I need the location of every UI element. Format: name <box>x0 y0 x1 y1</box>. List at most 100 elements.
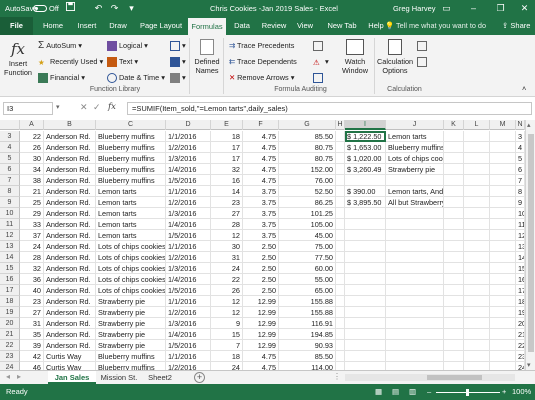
cell-f12[interactable]: 3.75 <box>243 230 279 241</box>
cell-a21[interactable]: 35 <box>20 329 44 340</box>
calculate-sheet-button[interactable] <box>417 56 429 68</box>
cell-i16[interactable] <box>345 274 386 285</box>
cell-h4[interactable] <box>336 142 345 153</box>
column-header-m[interactable]: M <box>490 120 516 130</box>
cell-c19[interactable]: Strawberry pie <box>96 307 166 318</box>
cell-d22[interactable]: 1/5/2016 <box>166 340 211 351</box>
cell-e10[interactable]: 27 <box>211 208 243 219</box>
page-layout-view-icon[interactable]: ▤ <box>392 384 399 400</box>
cell-n8[interactable]: 8 <box>516 186 525 197</box>
cell-h21[interactable] <box>336 329 345 340</box>
horizontal-scrollbar[interactable] <box>345 374 515 381</box>
cell-l7[interactable] <box>464 175 490 186</box>
cell-h9[interactable] <box>336 197 345 208</box>
cell-a6[interactable]: 34 <box>20 164 44 175</box>
column-header-a[interactable]: A <box>20 120 44 130</box>
undo-icon[interactable]: ↶ <box>92 2 105 15</box>
cell-b16[interactable]: Anderson Rd. <box>44 274 96 285</box>
row-header[interactable]: 16 <box>0 274 20 285</box>
cell-f10[interactable]: 3.75 <box>243 208 279 219</box>
cell-f9[interactable]: 3.75 <box>243 197 279 208</box>
cell-d3[interactable]: 1/1/2016 <box>166 131 211 142</box>
cell-g5[interactable]: 80.75 <box>279 153 336 164</box>
cell-k3[interactable] <box>444 131 464 142</box>
cell-j21[interactable] <box>386 329 444 340</box>
row-header[interactable]: 15 <box>0 263 20 274</box>
cell-m17[interactable] <box>490 285 516 296</box>
cell-f3[interactable]: 4.75 <box>243 131 279 142</box>
cell-d17[interactable]: 1/5/2016 <box>166 285 211 296</box>
cell-i13[interactable] <box>345 241 386 252</box>
insert-function-fx-icon[interactable]: fx <box>108 102 116 112</box>
cell-e19[interactable]: 12 <box>211 307 243 318</box>
cell-f17[interactable]: 2.50 <box>243 285 279 296</box>
cell-j14[interactable] <box>386 252 444 263</box>
row-header[interactable]: 4 <box>0 142 20 153</box>
collapse-ribbon-icon[interactable]: ˄ <box>522 83 526 94</box>
cell-b5[interactable]: Anderson Rd. <box>44 153 96 164</box>
cell-j18[interactable] <box>386 296 444 307</box>
cell-n12[interactable]: 12 <box>516 230 525 241</box>
cell-b3[interactable]: Anderson Rd. <box>44 131 96 142</box>
restore-icon[interactable]: ❐ <box>494 2 507 15</box>
tab-formulas[interactable]: Formulas <box>188 18 226 35</box>
cell-m24[interactable] <box>490 362 516 370</box>
cell-n13[interactable]: 13 <box>516 241 525 252</box>
cell-j7[interactable] <box>386 175 444 186</box>
column-header-g[interactable]: G <box>279 120 336 130</box>
cell-m8[interactable] <box>490 186 516 197</box>
cell-i4[interactable]: $ 1,653.00 <box>345 142 386 153</box>
cell-i7[interactable] <box>345 175 386 186</box>
cell-k13[interactable] <box>444 241 464 252</box>
cell-d7[interactable]: 1/5/2016 <box>166 175 211 186</box>
cell-g19[interactable]: 155.88 <box>279 307 336 318</box>
cell-l21[interactable] <box>464 329 490 340</box>
tab-insert[interactable]: Insert <box>72 17 102 35</box>
cell-f20[interactable]: 12.99 <box>243 318 279 329</box>
cell-j15[interactable] <box>386 263 444 274</box>
calculate-now-button[interactable] <box>417 40 429 52</box>
customize-qat-icon[interactable]: ▾ <box>125 2 138 15</box>
cell-m7[interactable] <box>490 175 516 186</box>
cell-n9[interactable]: 9 <box>516 197 525 208</box>
new-sheet-icon[interactable]: + <box>194 372 205 383</box>
cell-c12[interactable]: Lemon tarts <box>96 230 166 241</box>
cell-m3[interactable] <box>490 131 516 142</box>
cell-j5[interactable]: Lots of chips cookies <box>386 153 444 164</box>
formula-input[interactable]: =SUMIF(Item_sold,"=Lemon tarts",daily_sa… <box>127 102 532 115</box>
cell-f5[interactable]: 4.75 <box>243 153 279 164</box>
cell-e12[interactable]: 12 <box>211 230 243 241</box>
watch-window-button[interactable]: Watch Window <box>340 39 370 75</box>
cell-g3[interactable]: 85.50 <box>279 131 336 142</box>
cell-c5[interactable]: Blueberry muffins <box>96 153 166 164</box>
column-header-c[interactable]: C <box>96 120 166 130</box>
cell-j11[interactable] <box>386 219 444 230</box>
cell-c8[interactable]: Lemon tarts <box>96 186 166 197</box>
cell-m10[interactable] <box>490 208 516 219</box>
cell-e18[interactable]: 12 <box>211 296 243 307</box>
logical-button[interactable]: Logical ▾ <box>107 40 148 52</box>
cell-d4[interactable]: 1/2/2016 <box>166 142 211 153</box>
cell-k5[interactable] <box>444 153 464 164</box>
cell-b4[interactable]: Anderson Rd. <box>44 142 96 153</box>
cell-a20[interactable]: 31 <box>20 318 44 329</box>
cell-a10[interactable]: 29 <box>20 208 44 219</box>
cell-h18[interactable] <box>336 296 345 307</box>
cell-j16[interactable] <box>386 274 444 285</box>
cell-c6[interactable]: Blueberry muffins <box>96 164 166 175</box>
date-time-button[interactable]: Date & Time ▾ <box>107 72 165 84</box>
cell-h8[interactable] <box>336 186 345 197</box>
column-header-l[interactable]: L <box>464 120 490 130</box>
cell-f24[interactable]: 4.75 <box>243 362 279 370</box>
column-header-e[interactable]: E <box>211 120 243 130</box>
cell-f19[interactable]: 12.99 <box>243 307 279 318</box>
cell-m13[interactable] <box>490 241 516 252</box>
cell-m4[interactable] <box>490 142 516 153</box>
cell-a7[interactable]: 38 <box>20 175 44 186</box>
cell-d20[interactable]: 1/3/2016 <box>166 318 211 329</box>
row-header[interactable]: 18 <box>0 296 20 307</box>
name-box-dropdown-icon[interactable]: ▾ <box>56 103 60 111</box>
cell-c18[interactable]: Strawberry pie <box>96 296 166 307</box>
cell-f7[interactable]: 4.75 <box>243 175 279 186</box>
autosave-toggle[interactable] <box>33 5 47 12</box>
